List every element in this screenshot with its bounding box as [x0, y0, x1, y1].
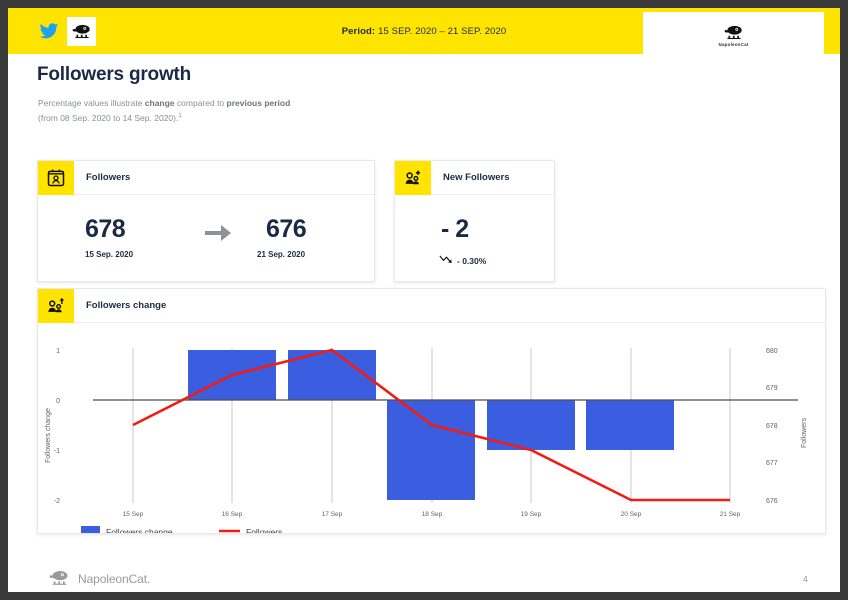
followers-badge-icon: [38, 160, 74, 195]
followers-card-header: Followers: [38, 160, 374, 195]
page-title: Followers growth: [37, 64, 192, 85]
page-subtitle: Percentage values illustrate change comp…: [38, 97, 290, 125]
brand-name: NapoleonCat: [718, 42, 749, 47]
subtitle-emph-previous-period: previous period: [226, 98, 291, 108]
subtitle-part-1: Percentage values illustrate: [38, 98, 145, 108]
legend-label-followers: Followers: [246, 527, 282, 533]
followers-end-date: 21 Sep. 2020: [257, 250, 306, 259]
svg-text:20 Sep: 20 Sep: [621, 511, 642, 518]
svg-text:15 Sep: 15 Sep: [123, 511, 144, 518]
subtitle-line-2: (from 08 Sep. 2020 to 14 Sep. 2020).: [38, 112, 179, 123]
followers-card: Followers 678 15 Sep. 2020 676 21 Sep. 2…: [37, 160, 375, 282]
chart-x-axis-ticks: 15 Sep 16 Sep 17 Sep 18 Sep 19 Sep 20 Se…: [123, 511, 741, 518]
report-page: Period: 15 SEP. 2020 – 21 SEP. 2020 Napo…: [8, 8, 840, 592]
followers-start-value: 678: [85, 215, 126, 243]
footer-brand: NapoleonCat.: [48, 570, 150, 587]
report-period-label: Period:: [341, 25, 376, 37]
new-followers-icon: [395, 160, 431, 195]
new-followers-card-body: - 2 - 0.30%: [395, 195, 554, 282]
subtitle-emph-change: change: [144, 98, 175, 108]
followers-start-date: 15 Sep. 2020: [85, 250, 134, 259]
new-followers-card: New Followers - 2 - 0.30%: [394, 160, 555, 282]
followers-change-card-header: Followers change: [38, 288, 825, 323]
svg-text:677: 677: [766, 460, 778, 467]
new-followers-trend: - 0.30%: [439, 252, 486, 270]
page-header: Period: 15 SEP. 2020 – 21 SEP. 2020 Napo…: [8, 8, 840, 60]
followers-change-card-title: Followers change: [86, 300, 167, 311]
svg-text:676: 676: [766, 498, 778, 505]
followers-card-body: 678 15 Sep. 2020 676 21 Sep. 2020: [38, 195, 374, 282]
svg-text:678: 678: [766, 423, 778, 430]
svg-text:680: 680: [766, 348, 778, 355]
chart-y-axis-right-ticks: 680 679 678 677 676: [766, 348, 778, 505]
subtitle-footnote-marker: 1: [178, 113, 182, 119]
chart-y-axis-left-ticks: 1 0 -1 -2: [54, 348, 60, 505]
followers-change-chart-card: Followers change 1 0 -1 -2 680 679 678 6…: [37, 288, 826, 534]
svg-text:679: 679: [766, 385, 778, 392]
chart-y-axis-right-title: Followers: [801, 418, 808, 448]
svg-text:0: 0: [56, 398, 60, 405]
chart-y-axis-left-title: Followers change: [45, 408, 52, 463]
svg-text:-1: -1: [54, 448, 60, 455]
followers-change-icon: [38, 288, 74, 323]
brand-logo-box: NapoleonCat: [643, 12, 824, 60]
followers-change-chart: 1 0 -1 -2 680 679 678 677 676 Followers …: [38, 323, 825, 533]
new-followers-card-header: New Followers: [395, 160, 554, 195]
followers-end-value: 676: [266, 215, 307, 243]
report-period-value: 15 SEP. 2020 – 21 SEP. 2020: [378, 25, 507, 37]
svg-text:21 Sep: 21 Sep: [720, 511, 741, 518]
bar-18-sep: [387, 400, 475, 500]
svg-text:-2: -2: [54, 498, 60, 505]
followers-card-title: Followers: [86, 172, 131, 183]
new-followers-percent: - 0.30%: [457, 256, 487, 266]
napoleoncat-logo-icon: [724, 25, 742, 40]
legend-label-followers-change: Followers change: [106, 527, 173, 533]
svg-text:17 Sep: 17 Sep: [322, 511, 343, 518]
svg-text:18 Sep: 18 Sep: [422, 511, 443, 518]
arrow-right-icon: [203, 222, 233, 249]
footer-brand-name: NapoleonCat.: [78, 571, 151, 586]
legend-swatch-followers-change: [81, 526, 100, 533]
subtitle-part-2: compared to: [174, 98, 227, 108]
chart-legend: Followers change Followers: [81, 526, 282, 533]
svg-text:16 Sep: 16 Sep: [222, 511, 243, 518]
bar-20-sep: [586, 400, 674, 450]
chart-svg: 1 0 -1 -2 680 679 678 677 676 Followers …: [45, 348, 808, 533]
svg-text:1: 1: [56, 348, 60, 355]
napoleoncat-footer-logo-icon: [49, 571, 68, 585]
new-followers-card-title: New Followers: [443, 172, 510, 183]
page-number: 4: [803, 574, 808, 584]
svg-text:19 Sep: 19 Sep: [521, 511, 542, 518]
trend-down-icon: [439, 252, 455, 270]
new-followers-value: - 2: [441, 215, 469, 243]
